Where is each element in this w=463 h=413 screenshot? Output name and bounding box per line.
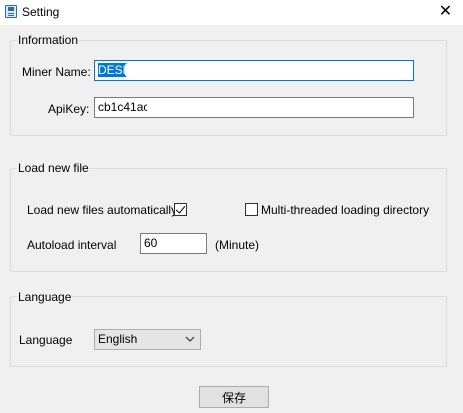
language-selected-value: English [98,332,138,346]
multi-thread-label: Multi-threaded loading directory [261,203,430,217]
save-button[interactable]: 保存 [199,386,269,408]
load-new-file-group [10,168,447,272]
redaction-mask [125,63,195,77]
information-legend: Information [17,33,80,47]
chevron-down-icon [185,336,195,342]
interval-unit-label: (Minute) [215,238,260,252]
save-button-label: 保存 [221,390,246,405]
apikey-label: ApiKey: [48,102,90,116]
autoload-interval-value: 60 [144,236,158,250]
language-legend: Language [17,290,73,304]
autoload-interval-input[interactable]: 60 [140,233,207,254]
load-new-file-legend: Load new file [17,161,90,175]
close-icon[interactable]: ✕ [428,0,463,24]
apikey-text: cb1c41ac [98,100,150,114]
save-floppy-icon [5,5,17,18]
title-bar: Setting ✕ [0,0,463,25]
multi-thread-checkbox[interactable] [245,203,258,216]
information-group [10,40,447,136]
language-label: Language [19,333,73,347]
language-group [10,296,447,367]
auto-load-label: Load new files automatically [27,203,178,217]
miner-name-label: Miner Name: [22,65,91,79]
auto-load-checkbox[interactable] [174,203,187,216]
language-select[interactable]: English [94,329,201,350]
settings-window: Setting ✕ Information Miner Name: DESK A… [0,0,463,413]
window-title: Setting [22,5,60,19]
autoload-interval-label: Autoload interval [27,238,117,252]
redaction-mask [147,99,307,116]
checkmark-icon [175,203,186,214]
